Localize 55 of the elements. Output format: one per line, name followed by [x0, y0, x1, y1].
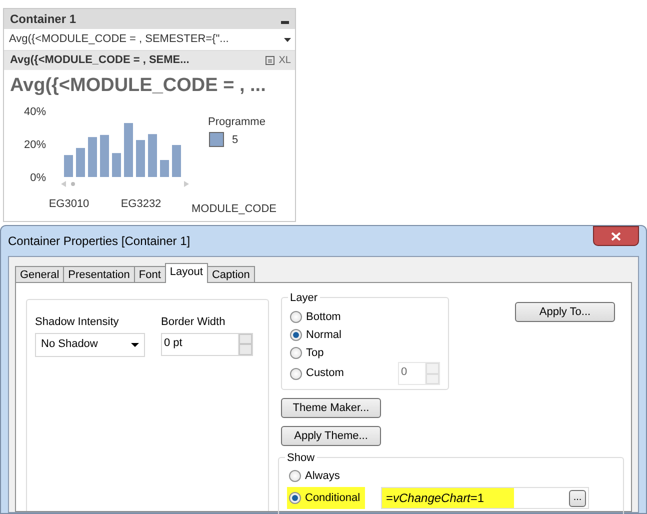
- x-axis-label: EG3010: [48, 198, 90, 210]
- apply-to-button[interactable]: Apply To...: [515, 302, 615, 322]
- bar: [64, 155, 73, 177]
- scroll-bar-icon[interactable]: [61, 181, 189, 187]
- legend-title: Programme: [208, 116, 266, 128]
- container-title: Container 1: [10, 11, 76, 28]
- radio-option[interactable]: Bottom: [290, 308, 440, 326]
- radio-option[interactable]: Normal: [290, 326, 440, 344]
- y-axis-label: 0%: [30, 172, 46, 184]
- close-button[interactable]: [593, 226, 639, 246]
- radio-option[interactable]: Always: [287, 467, 615, 485]
- y-axis-label: 40%: [24, 106, 46, 118]
- border-width-spinbox[interactable]: 0 pt: [161, 332, 253, 356]
- bar: [136, 140, 145, 177]
- tab[interactable]: Layout: [164, 263, 208, 283]
- dropdown-value: Avg({<MODULE_CODE = , SEMESTER={"...: [9, 32, 229, 48]
- shadow-intensity-dropdown[interactable]: No Shadow: [35, 332, 145, 356]
- tab[interactable]: Presentation: [63, 266, 135, 283]
- condition-expression: =vChangeChart=1: [382, 488, 514, 508]
- group-label: Layer: [288, 290, 320, 306]
- chart-caption: Avg({<MODULE_CODE = , SEME...: [10, 53, 190, 68]
- minimize-icon[interactable]: [281, 20, 289, 24]
- radio-option[interactable]: Top: [290, 344, 440, 362]
- theme-maker-button[interactable]: Theme Maker...: [281, 398, 381, 418]
- tab[interactable]: Caption: [206, 266, 255, 283]
- custom-layer-spinbox[interactable]: 0: [398, 362, 440, 385]
- legend-label: 5: [232, 134, 238, 146]
- bar: [100, 134, 109, 177]
- tab[interactable]: Font: [134, 266, 166, 283]
- close-icon: [611, 232, 621, 240]
- x-axis-title: MODULE_CODE: [192, 203, 276, 215]
- bar: [88, 137, 97, 177]
- bar: [124, 123, 133, 177]
- y-axis-label: 20%: [24, 139, 46, 151]
- legend-swatch: [209, 132, 224, 147]
- apply-theme-button[interactable]: Apply Theme...: [281, 426, 381, 446]
- field-label: Shadow Intensity: [35, 315, 120, 330]
- bar: [160, 160, 169, 177]
- x-axis-label: EG3232: [120, 198, 162, 210]
- bar: [112, 153, 121, 177]
- bar: [172, 145, 181, 177]
- dropdown-arrow-icon: [131, 342, 139, 346]
- excel-export-button[interactable]: XL: [278, 53, 291, 68]
- browse-button[interactable]: ...: [569, 490, 586, 506]
- dropdown-arrow-icon: [284, 38, 291, 42]
- radio-option[interactable]: Conditional: [287, 487, 365, 509]
- radio-option[interactable]: Custom: [290, 364, 344, 382]
- bar: [148, 134, 157, 177]
- print-icon[interactable]: [264, 56, 275, 65]
- condition-field[interactable]: =vChangeChart=1 ...: [381, 487, 589, 509]
- chart-title: Avg({<MODULE_CODE = , ...: [10, 74, 266, 98]
- dialog-title: Container Properties [Container 1]: [8, 233, 190, 250]
- bar: [76, 148, 85, 177]
- field-label: Border Width: [161, 315, 226, 330]
- tab[interactable]: General: [15, 266, 64, 283]
